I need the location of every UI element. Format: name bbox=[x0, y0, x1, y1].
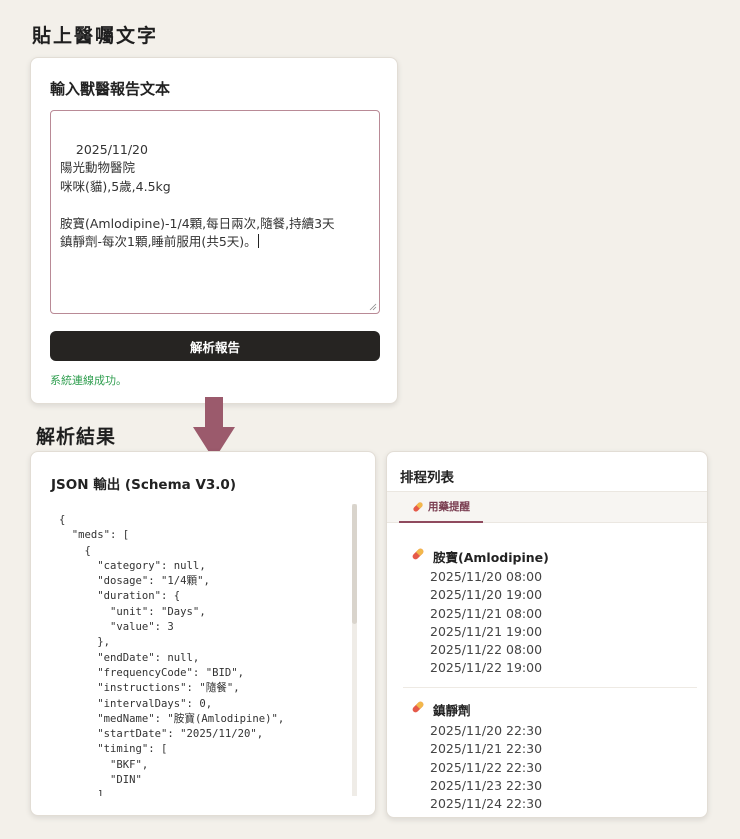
med-time: 2025/11/23 22:30 bbox=[430, 777, 543, 793]
med-time: 2025/11/24 22:30 bbox=[430, 796, 543, 812]
med-name: 胺寶(Amlodipine) bbox=[433, 550, 549, 565]
schedule-tabbar: 用藥提醒 bbox=[387, 491, 707, 523]
json-scrollbar[interactable] bbox=[352, 504, 357, 796]
input-heading: 貼上醫囑文字 bbox=[32, 25, 159, 47]
med-time-list: 2025/11/20 22:30 2025/11/21 22:30 2025/1… bbox=[430, 722, 542, 813]
med-time: 2025/11/22 08:00 bbox=[430, 642, 543, 658]
input-card-title: 輸入獸醫報告文本 bbox=[50, 80, 171, 98]
text-caret bbox=[257, 234, 259, 248]
report-text: 2025/11/20 陽光動物醫院 咪咪(貓),5歲,4.5kg 胺寶(Amlo… bbox=[60, 141, 335, 250]
schedule-card: 排程列表 用藥提醒 胺寶(Amlodipine) 2025/11/20 08:0… bbox=[386, 451, 708, 818]
json-card-title: JSON 輸出 (Schema V3.0) bbox=[51, 477, 236, 493]
med-time: 2025/11/21 08:00 bbox=[430, 605, 543, 621]
med-time: 2025/11/21 22:30 bbox=[430, 741, 543, 757]
schedule-card-title: 排程列表 bbox=[400, 470, 454, 486]
resize-grip-icon[interactable] bbox=[369, 303, 377, 311]
med-name: 鎮靜劑 bbox=[433, 703, 471, 718]
report-textarea[interactable]: 2025/11/20 陽光動物醫院 咪咪(貓),5歲,4.5kg 胺寶(Amlo… bbox=[50, 110, 380, 314]
med-time: 2025/11/20 19:00 bbox=[430, 587, 543, 603]
tab-medication-reminder[interactable]: 用藥提醒 bbox=[399, 492, 483, 523]
input-card: 輸入獸醫報告文本 2025/11/20 陽光動物醫院 咪咪(貓),5歲,4.5k… bbox=[30, 57, 398, 404]
tab-label: 用藥提醒 bbox=[428, 501, 470, 513]
json-output: { "meds": [ { "category": null, "dosage"… bbox=[51, 504, 357, 796]
med-time: 2025/11/22 19:00 bbox=[430, 660, 543, 676]
med-divider bbox=[403, 687, 697, 688]
med-time: 2025/11/20 08:00 bbox=[430, 569, 543, 584]
connection-status: 系統連線成功。 bbox=[50, 374, 127, 387]
parse-report-button[interactable]: 解析報告 bbox=[50, 331, 380, 361]
med-time: 2025/11/21 19:00 bbox=[430, 623, 543, 639]
pill-icon bbox=[412, 548, 424, 560]
med-time-list: 2025/11/20 08:00 2025/11/20 19:00 2025/1… bbox=[430, 568, 542, 678]
pill-icon bbox=[412, 701, 424, 713]
json-scrollbar-thumb[interactable] bbox=[352, 504, 357, 624]
json-output-card: JSON 輸出 (Schema V3.0) { "meds": [ { "cat… bbox=[30, 451, 376, 816]
med-time: 2025/11/20 22:30 bbox=[430, 723, 543, 738]
result-heading: 解析結果 bbox=[36, 426, 117, 448]
pill-icon bbox=[413, 501, 423, 512]
med-time: 2025/11/22 22:30 bbox=[430, 759, 543, 775]
